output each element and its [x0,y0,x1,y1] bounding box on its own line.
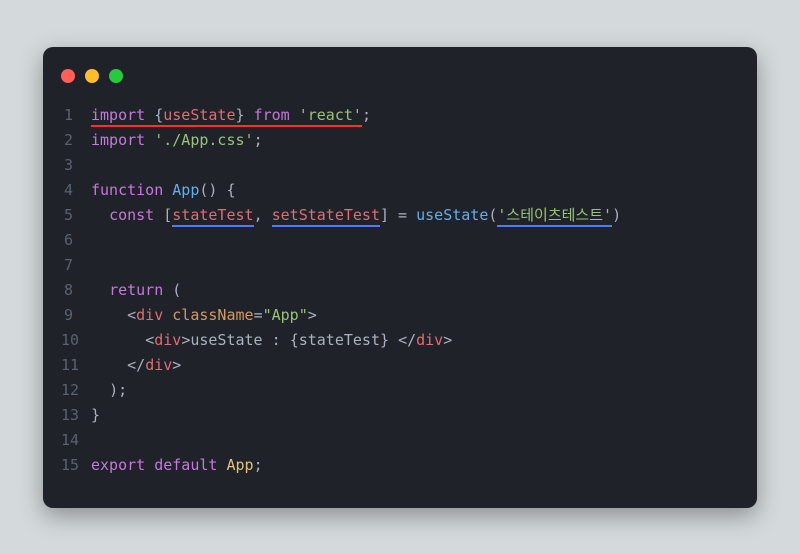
code-content [91,228,739,253]
code-content: import {useState} from 'react'; [91,103,739,128]
code-line: 2 import './App.css'; [61,128,739,153]
line-number: 15 [61,453,91,478]
code-content: <div>useState : {stateTest} </div> [91,328,739,353]
code-line: 6 [61,228,739,253]
code-content: return ( [91,278,739,303]
code-content [91,253,739,278]
code-content: } [91,403,739,428]
code-line: 11 </div> [61,353,739,378]
line-number: 11 [61,353,91,378]
code-content: export default App; [91,453,739,478]
code-line: 10 <div>useState : {stateTest} </div> [61,328,739,353]
line-number: 12 [61,378,91,403]
code-content [91,153,739,178]
line-number: 9 [61,303,91,328]
line-number: 5 [61,203,91,228]
code-line: 5 const [stateTest, setStateTest] = useS… [61,203,739,228]
code-line: 12 ); [61,378,739,403]
code-editor[interactable]: 1 import {useState} from 'react'; 2 impo… [43,103,757,478]
line-number: 13 [61,403,91,428]
code-content: ); [91,378,739,403]
code-content: <div className="App"> [91,303,739,328]
code-content: function App() { [91,178,739,203]
editor-window: 1 import {useState} from 'react'; 2 impo… [43,47,757,508]
code-line: 8 return ( [61,278,739,303]
code-content: import './App.css'; [91,128,739,153]
line-number: 14 [61,428,91,453]
code-line: 7 [61,253,739,278]
code-line: 9 <div className="App"> [61,303,739,328]
minimize-icon[interactable] [85,69,99,83]
code-line: 13 } [61,403,739,428]
code-content: </div> [91,353,739,378]
code-content: const [stateTest, setStateTest] = useSta… [91,203,739,228]
code-content [91,428,739,453]
code-line: 3 [61,153,739,178]
code-line: 4 function App() { [61,178,739,203]
line-number: 7 [61,253,91,278]
line-number: 8 [61,278,91,303]
line-number: 6 [61,228,91,253]
code-line: 1 import {useState} from 'react'; [61,103,739,128]
line-number: 3 [61,153,91,178]
traffic-lights [43,65,757,103]
code-line: 15 export default App; [61,453,739,478]
line-number: 1 [61,103,91,128]
line-number: 10 [61,328,91,353]
close-icon[interactable] [61,69,75,83]
maximize-icon[interactable] [109,69,123,83]
code-line: 14 [61,428,739,453]
line-number: 4 [61,178,91,203]
line-number: 2 [61,128,91,153]
